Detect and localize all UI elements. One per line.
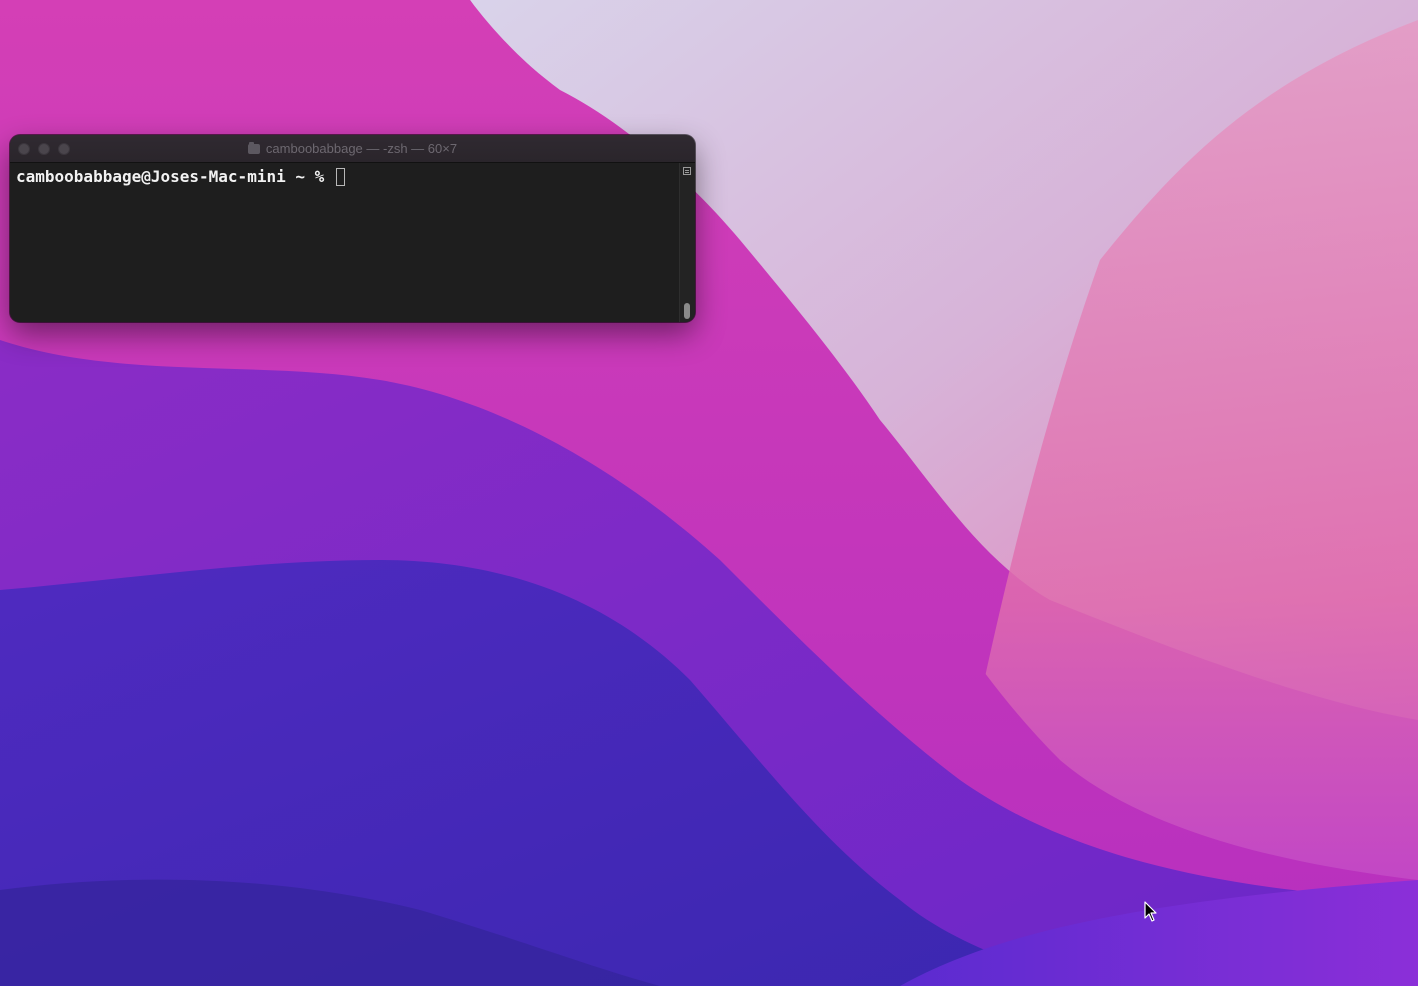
shell-prompt: camboobabbage@Joses-Mac-mini ~ %	[16, 167, 334, 186]
mouse-pointer-icon	[1144, 901, 1157, 922]
terminal-content[interactable]: camboobabbage@Joses-Mac-mini ~ %	[10, 163, 695, 322]
window-title: camboobabbage — -zsh — 60×7	[10, 141, 695, 156]
terminal-titlebar[interactable]: camboobabbage — -zsh — 60×7	[10, 135, 695, 163]
split-pane-icon[interactable]	[683, 167, 691, 175]
terminal-window[interactable]: camboobabbage — -zsh — 60×7 camboobabbag…	[10, 135, 695, 322]
vertical-scrollbar[interactable]	[679, 163, 695, 322]
prompt-line: camboobabbage@Joses-Mac-mini ~ %	[16, 167, 345, 186]
text-cursor	[335, 167, 345, 186]
folder-icon	[247, 141, 260, 154]
scroll-thumb[interactable]	[684, 303, 690, 319]
window-title-text: camboobabbage — -zsh — 60×7	[265, 141, 458, 156]
